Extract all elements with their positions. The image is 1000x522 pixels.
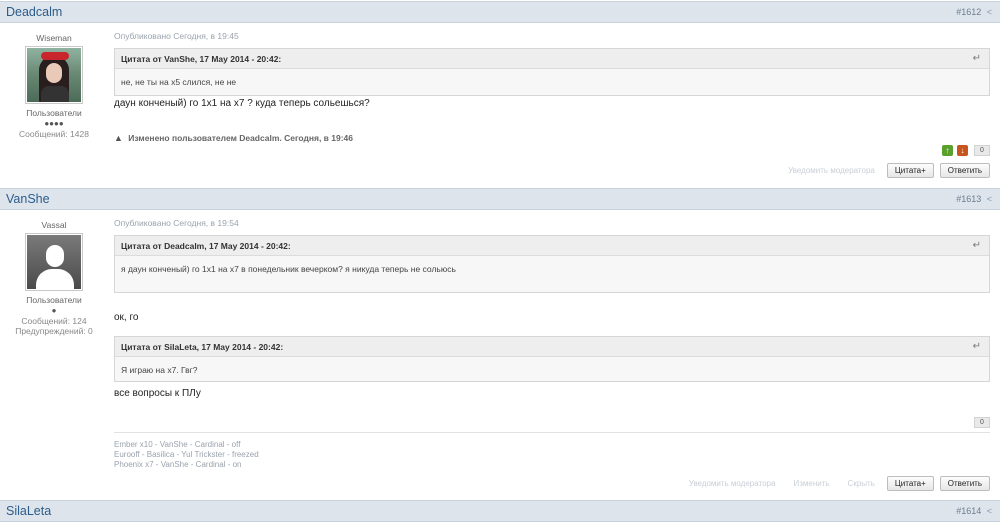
post-id-link[interactable]: #1612 < (956, 7, 992, 17)
post-author-link[interactable]: SilaLeta (6, 504, 51, 518)
post-message: даун конченый) го 1х1 на х7 ? куда тепер… (114, 98, 370, 109)
return-arrow-icon[interactable]: ↵ (973, 53, 981, 64)
quote-button[interactable]: Цитата+ (886, 476, 934, 491)
post-count: Сообщений: 124 (21, 316, 87, 326)
reply-button[interactable]: Ответить (939, 476, 990, 491)
rank-dots: ●●●● (44, 119, 64, 128)
quote-text: не, не ты на x5 слился, не не (121, 77, 237, 87)
rep-score: 0 (974, 145, 990, 156)
user-info: Vassal Пользователи ● Сообщений: 124 Пре… (0, 210, 108, 336)
post-header: SilaLeta #1614 < (0, 500, 1000, 522)
quote-block: Цитата от VanShe, 17 May 2014 - 20:42: ↵… (114, 48, 990, 96)
post-author-link[interactable]: Deadcalm (6, 5, 62, 19)
reply-button[interactable]: Ответить (939, 163, 990, 178)
post-actions: Уведомить модератора Цитата+ Ответить (782, 163, 990, 178)
reputation: 0 (972, 417, 990, 429)
quote-citation: Цитата от VanShe, 17 May 2014 - 20:42: (121, 54, 282, 64)
post-1612: Deadcalm #1612 < Wiseman Пользователи ●●… (0, 1, 1000, 189)
edit-button[interactable]: Изменить (793, 479, 829, 488)
share-icon[interactable]: < (987, 7, 992, 17)
rep-score: 0 (974, 417, 990, 428)
user-title: Vassal (41, 220, 67, 230)
quote-citation: Цитата от Deadcalm, 17 May 2014 - 20:42: (121, 241, 291, 251)
signature-divider (114, 432, 990, 433)
post-id[interactable]: #1612 (956, 7, 981, 17)
post-actions: Уведомить модератора Изменить Скрыть Цит… (683, 476, 990, 491)
signature-line: Ember x10 - VanShe - Cardinal - off (114, 440, 241, 449)
quote-text: я даун конченый) го 1х1 на х7 в понедель… (121, 264, 456, 274)
signature-line: Eurooff - Basilica - Yul Trickster - fre… (114, 450, 259, 459)
post-id-link[interactable]: #1613 < (956, 194, 992, 204)
report-button[interactable]: Уведомить модератора (788, 166, 875, 175)
post-1614: SilaLeta #1614 < (0, 500, 1000, 522)
user-group: Пользователи (26, 295, 82, 305)
signature: Ember x10 - VanShe - Cardinal - off Euro… (114, 440, 259, 470)
post-author-link[interactable]: VanShe (6, 192, 50, 206)
quote-button[interactable]: Цитата+ (886, 163, 934, 178)
quote-header: Цитата от SilaLeta, 17 May 2014 - 20:42:… (115, 337, 989, 357)
quote-header: Цитата от Deadcalm, 17 May 2014 - 20:42:… (115, 236, 989, 256)
edit-note: ▲ Изменено пользователем Deadcalm. Сегод… (114, 133, 353, 143)
user-group: Пользователи (26, 108, 82, 118)
post-header: VanShe #1613 < (0, 188, 1000, 210)
post-date: Опубликовано Сегодня, в 19:45 (114, 31, 239, 41)
quote-block: Цитата от SilaLeta, 17 May 2014 - 20:42:… (114, 336, 990, 382)
post-count: Сообщений: 1428 (19, 129, 89, 139)
post-header: Deadcalm #1612 < (0, 1, 1000, 23)
vote-down-icon[interactable]: ↓ (957, 145, 968, 156)
post-1613: VanShe #1613 < Vassal Пользователи ● Соо… (0, 188, 1000, 500)
report-button[interactable]: Уведомить модератора (689, 479, 776, 488)
reputation: ↑ ↓ 0 (942, 145, 990, 157)
post-id[interactable]: #1613 (956, 194, 981, 204)
warning-count: Предупреждений: 0 (15, 326, 93, 336)
rank-dots: ● (51, 306, 57, 315)
quote-citation: Цитата от SilaLeta, 17 May 2014 - 20:42: (121, 342, 284, 352)
warning-icon: ▲ (114, 133, 123, 143)
post-message: ок, го (114, 312, 139, 323)
vote-up-icon[interactable]: ↑ (942, 145, 953, 156)
post-date: Опубликовано Сегодня, в 19:54 (114, 218, 239, 228)
edit-note-text: Изменено пользователем Deadcalm. Сегодня… (128, 133, 354, 143)
user-info: Wiseman Пользователи ●●●● Сообщений: 142… (0, 23, 108, 139)
post-id-link[interactable]: #1614 < (956, 506, 992, 516)
share-icon[interactable]: < (987, 506, 992, 516)
post-message: все вопросы к ПЛу (114, 388, 201, 399)
post-id[interactable]: #1614 (956, 506, 981, 516)
quote-header: Цитата от VanShe, 17 May 2014 - 20:42: ↵ (115, 49, 989, 69)
signature-line: Phoenix x7 - VanShe - Cardinal - on (114, 460, 242, 469)
avatar[interactable] (25, 233, 83, 291)
quote-text: Я играю на x7. Гвг? (121, 365, 198, 375)
share-icon[interactable]: < (987, 194, 992, 204)
avatar[interactable] (25, 46, 83, 104)
hide-button[interactable]: Скрыть (848, 479, 875, 488)
return-arrow-icon[interactable]: ↵ (973, 341, 981, 352)
user-title: Wiseman (36, 33, 72, 43)
return-arrow-icon[interactable]: ↵ (973, 240, 981, 251)
quote-block: Цитата от Deadcalm, 17 May 2014 - 20:42:… (114, 235, 990, 293)
